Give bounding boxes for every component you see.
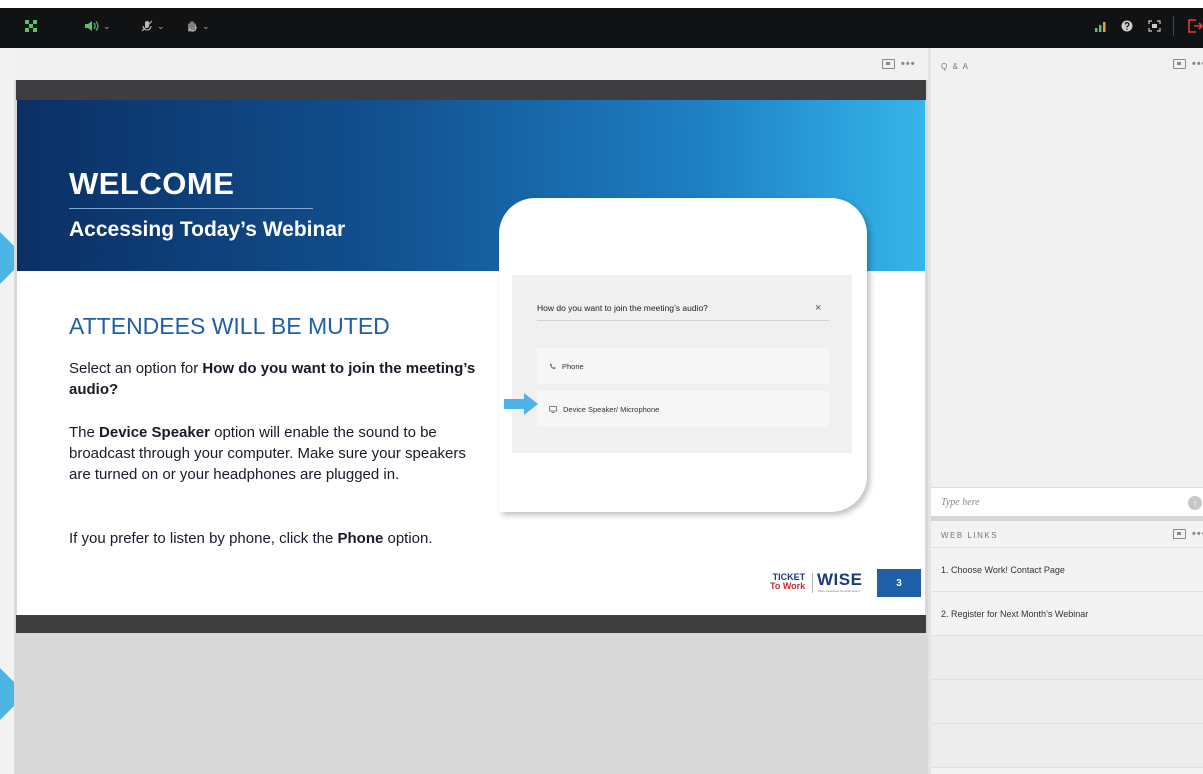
qa-pod: Q & A ••• xyxy=(931,48,1203,516)
left-edge-strip xyxy=(0,48,14,774)
speaker-menu-button[interactable]: ⌄ xyxy=(84,14,111,38)
instruction-paragraph-2: The Device Speaker option will enable th… xyxy=(69,422,489,485)
web-links-pod: WEB LINKS ••• 1. Choose Work! Contact Pa… xyxy=(931,521,1203,774)
help-icon[interactable] xyxy=(1121,14,1133,38)
welcome-divider xyxy=(69,208,313,209)
connection-bars-icon[interactable] xyxy=(1094,14,1108,38)
phone-icon xyxy=(550,363,556,369)
chevron-down-icon: ⌄ xyxy=(202,20,210,31)
toolbar-divider xyxy=(1173,16,1174,36)
slide-letterbox-bottom xyxy=(16,615,926,633)
microphone-off-icon xyxy=(141,20,153,32)
empty-link-row xyxy=(931,680,1203,724)
qa-question-input[interactable] xyxy=(941,494,1161,510)
empty-link-row xyxy=(931,636,1203,680)
top-toolbar: ⌄ ⌄ ⌄ xyxy=(0,0,1203,48)
phone-option-label: Phone xyxy=(562,361,584,371)
presentation-slide: WELCOME Accessing Today’s Webinar ATTEND… xyxy=(17,100,925,615)
layout-grid-icon[interactable] xyxy=(24,14,38,38)
leave-icon[interactable] xyxy=(1187,14,1203,38)
fullscreen-icon[interactable] xyxy=(1148,14,1161,38)
para1-text: Select an option for xyxy=(69,360,203,377)
audio-join-dialog: How do you want to join the meeting’s au… xyxy=(512,275,852,453)
para3-text-c: option. xyxy=(383,530,433,547)
dialog-title: How do you want to join the meeting’s au… xyxy=(537,303,708,313)
para3-text-a: If you prefer to listen by phone, click … xyxy=(69,530,338,547)
fullscreen-icon[interactable] xyxy=(1173,59,1186,69)
share-pod-header: ••• xyxy=(14,48,928,80)
share-pod: ••• WELCOME Accessing Today’s Webinar AT… xyxy=(14,48,928,774)
qa-pod-controls: ••• xyxy=(1173,58,1203,70)
chevron-down-icon: ⌄ xyxy=(103,20,111,31)
microphone-menu-button[interactable]: ⌄ xyxy=(140,14,165,38)
raise-hand-menu-button[interactable]: ⌄ xyxy=(185,14,210,38)
more-options-icon[interactable]: ••• xyxy=(901,58,916,70)
para3-bold: Phone xyxy=(337,530,384,547)
fullscreen-icon[interactable] xyxy=(882,59,895,69)
qa-pod-title: Q & A xyxy=(941,62,970,71)
para2-bold: Device Speaker xyxy=(99,424,210,441)
raise-hand-icon xyxy=(188,21,197,32)
send-question-button[interactable]: ↑ xyxy=(1188,496,1202,510)
ticket-to-work-logo: TICKET To Work xyxy=(770,573,805,591)
more-options-icon[interactable]: ••• xyxy=(1192,58,1203,70)
web-link-item[interactable]: 2. Register for Next Month’s Webinar xyxy=(931,592,1203,636)
close-icon: × xyxy=(815,302,822,314)
wise-logo: WISE xyxy=(817,570,863,589)
logo-separator xyxy=(812,573,813,593)
slide-subtitle: Accessing Today’s Webinar xyxy=(69,218,346,241)
instruction-paragraph-1: Select an option for How do you want to … xyxy=(69,358,489,400)
speaker-icon xyxy=(85,21,99,31)
share-pod-controls: ••• xyxy=(882,58,916,70)
para2-text-a: The xyxy=(69,424,100,441)
device-speaker-option: Device Speaker/ Microphone xyxy=(537,391,829,427)
logo-to-work-text: To Work xyxy=(770,581,806,591)
dialog-divider xyxy=(537,320,829,321)
slide-welcome-title: WELCOME xyxy=(69,166,235,201)
chevron-down-icon: ⌄ xyxy=(157,20,165,31)
muted-heading: ATTENDEES WILL BE MUTED xyxy=(69,313,390,339)
pointer-arrow-icon xyxy=(504,393,538,415)
slide-page-number: 3 xyxy=(877,569,921,597)
slide-letterbox-top xyxy=(16,80,926,100)
web-link-item[interactable]: 1. Choose Work! Contact Page xyxy=(931,548,1203,592)
phone-option: Phone xyxy=(537,348,829,384)
more-options-icon[interactable]: ••• xyxy=(1192,528,1203,540)
device-option-label: Device Speaker/ Microphone xyxy=(563,404,660,414)
instruction-paragraph-3: If you prefer to listen by phone, click … xyxy=(69,528,509,549)
web-links-title: WEB LINKS xyxy=(941,531,999,540)
qa-input-bar: ↑ xyxy=(931,487,1203,516)
empty-link-row xyxy=(931,724,1203,768)
wise-logo-tagline: Work Incentives Seminar Event xyxy=(818,589,860,593)
fullscreen-icon[interactable] xyxy=(1173,529,1186,539)
monitor-icon xyxy=(549,405,557,413)
web-links-controls: ••• xyxy=(1173,528,1203,540)
